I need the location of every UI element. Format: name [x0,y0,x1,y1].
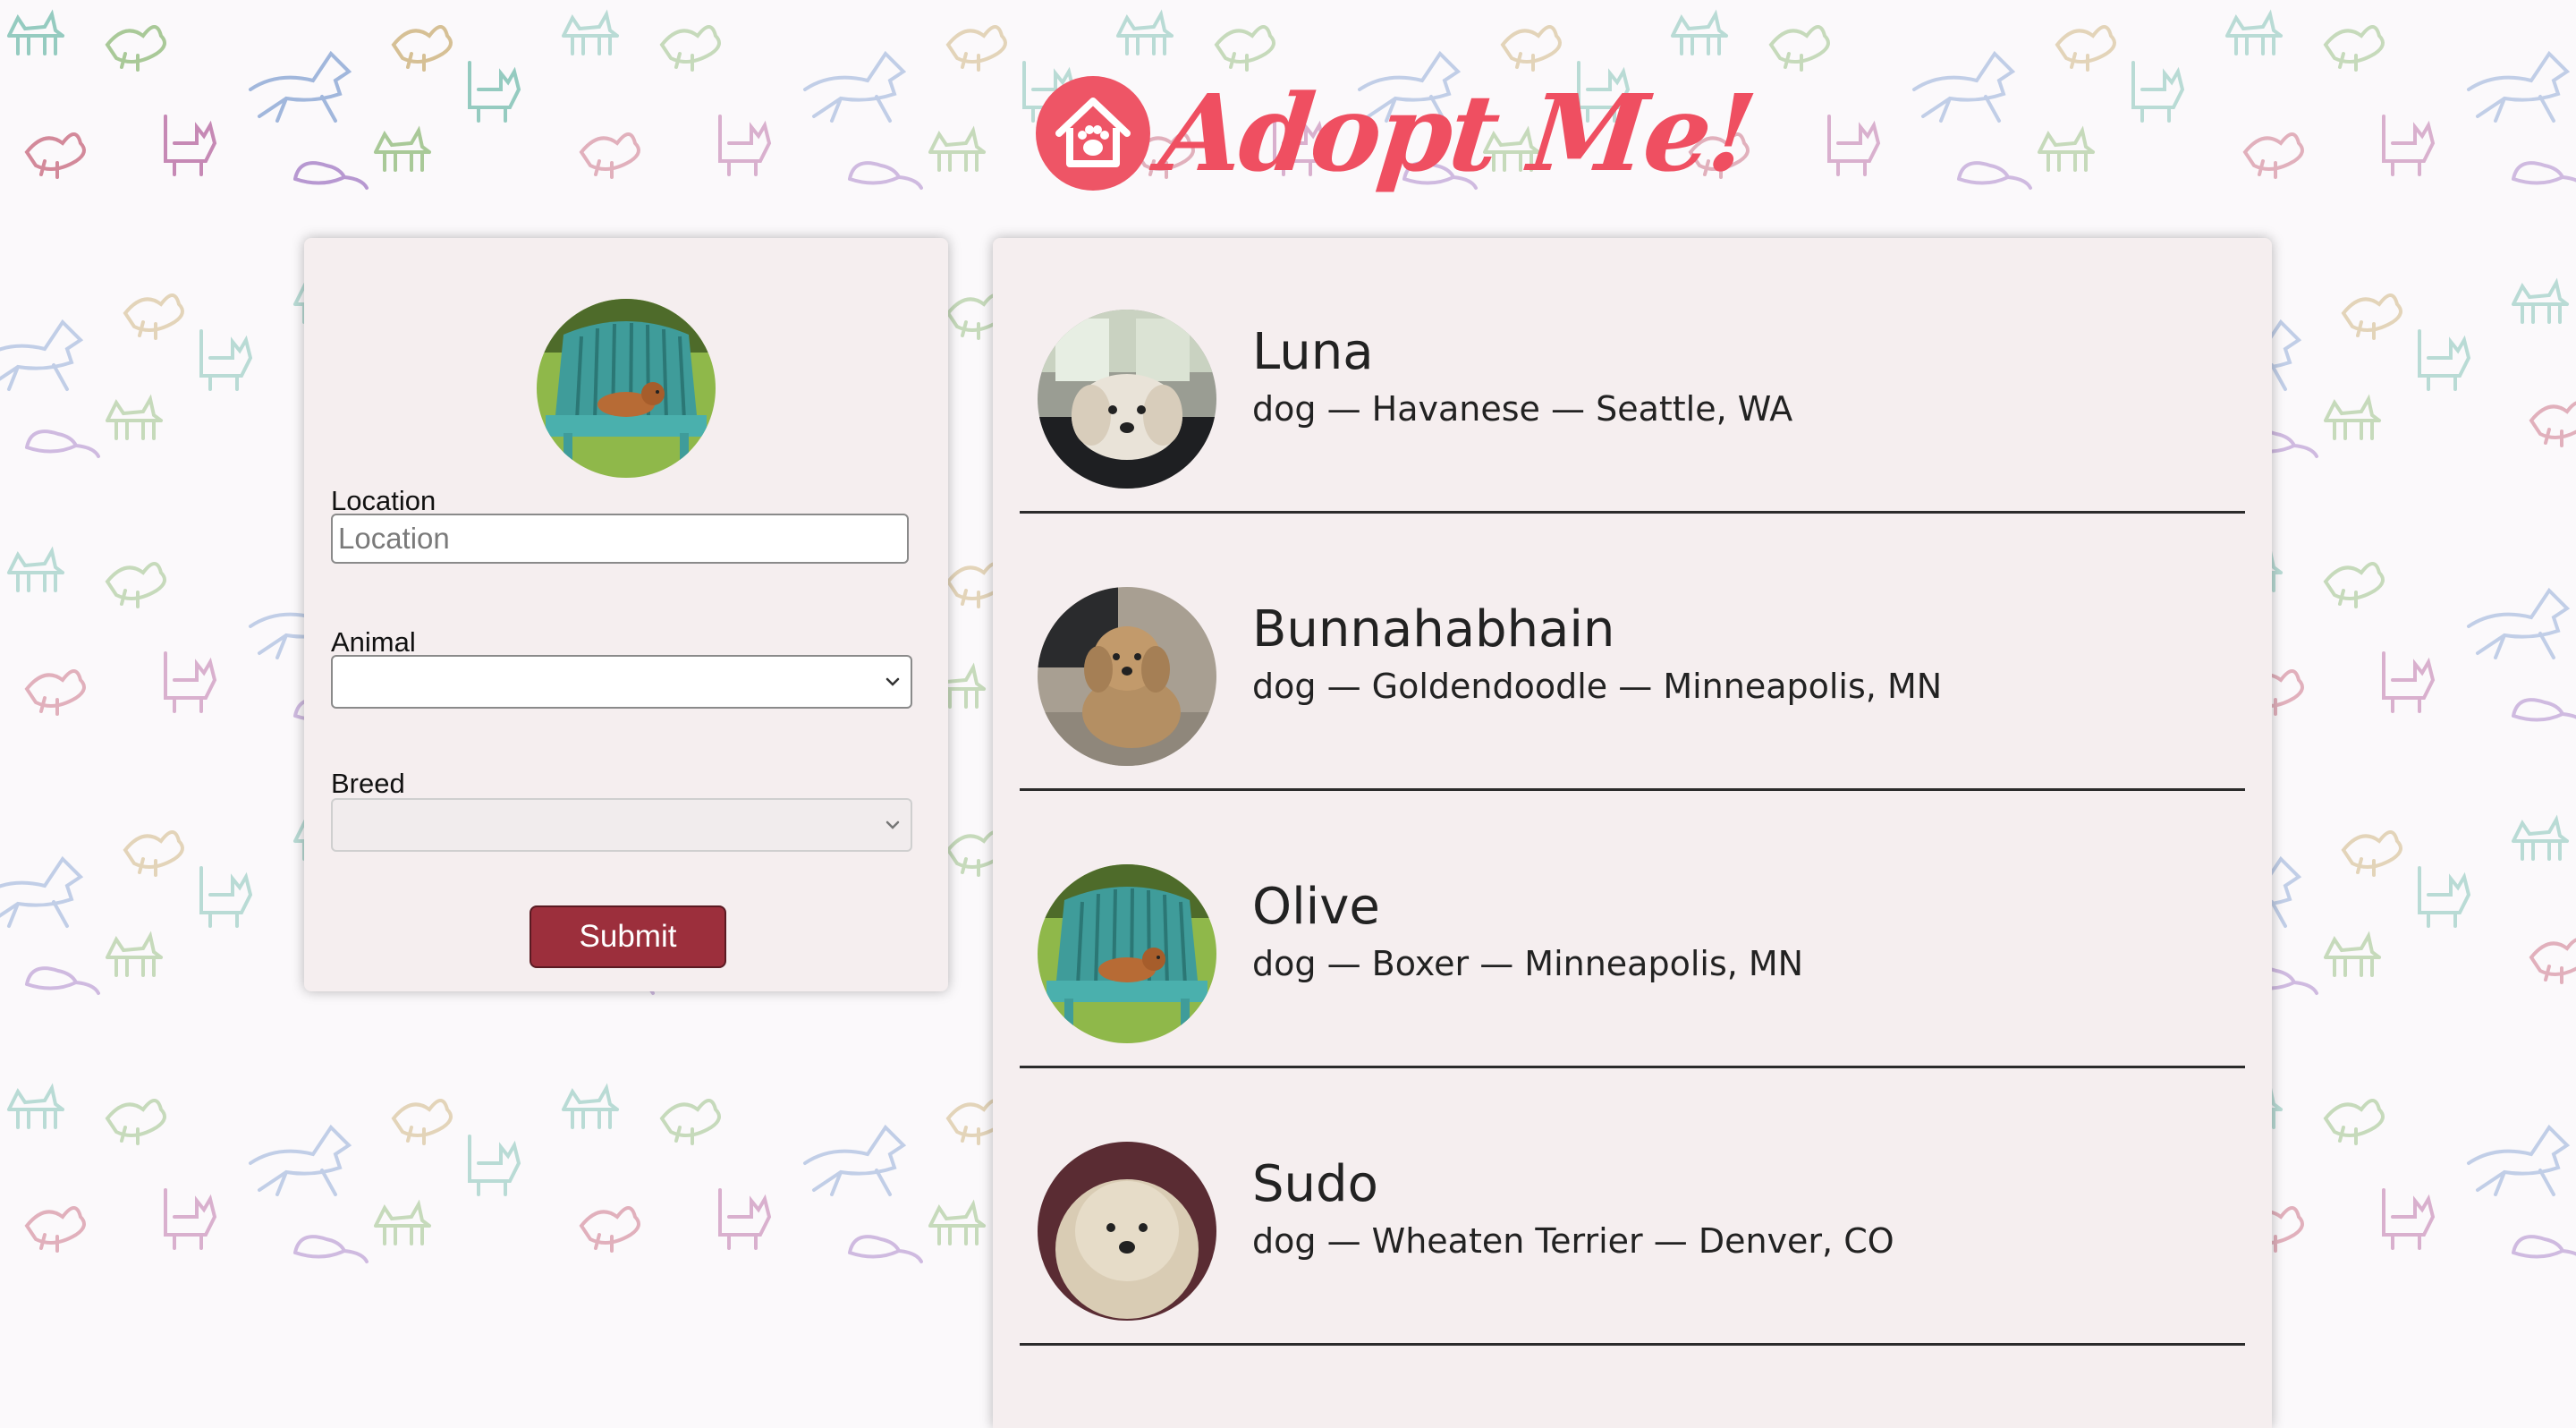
pet-name: Sudo [1252,1155,1378,1213]
pet-name: Olive [1252,878,1380,936]
pet-info: dog — Wheaten Terrier — Denver, CO [1252,1221,1894,1261]
form-avatar-image [537,299,716,478]
pet-name: Bunnahabhain [1252,600,1615,659]
breed-select[interactable] [331,798,912,852]
pet-photo-olive [1038,864,1216,1043]
submit-button[interactable]: Submit [530,905,726,968]
pet-card-bunnahabhain[interactable]: Bunnahabhain dog — Goldendoodle — Minnea… [1020,515,2245,791]
pet-card-luna[interactable]: Luna dog — Havanese — Seattle, WA [1020,238,2245,514]
pet-info: dog — Boxer — Minneapolis, MN [1252,944,1804,983]
pet-photo-bunnahabhain [1038,587,1216,766]
pet-card-olive[interactable]: Olive dog — Boxer — Minneapolis, MN [1020,793,2245,1068]
animal-select[interactable] [331,655,912,709]
pet-photo-luna [1038,310,1216,489]
location-label: Location [331,485,436,516]
pet-results-list: Luna dog — Havanese — Seattle, WA Bunnah… [993,238,2272,1428]
logo-title: Adopt Me! [1154,71,1759,195]
site-logo[interactable]: Adopt Me! [1036,57,1759,209]
animal-label: Animal [331,626,416,658]
pet-name: Luna [1252,323,1374,381]
pet-info: dog — Havanese — Seattle, WA [1252,389,1793,429]
chevron-down-icon [886,820,900,829]
pet-photo-sudo [1038,1142,1216,1321]
pet-card-sudo[interactable]: Sudo dog — Wheaten Terrier — Denver, CO [1020,1070,2245,1346]
house-paw-icon [1036,76,1150,191]
chevron-down-icon [886,677,900,686]
pet-info: dog — Goldendoodle — Minneapolis, MN [1252,667,1943,706]
breed-label: Breed [331,768,405,799]
location-input[interactable] [331,514,909,564]
search-form: Location Animal Breed Submit [304,238,948,991]
